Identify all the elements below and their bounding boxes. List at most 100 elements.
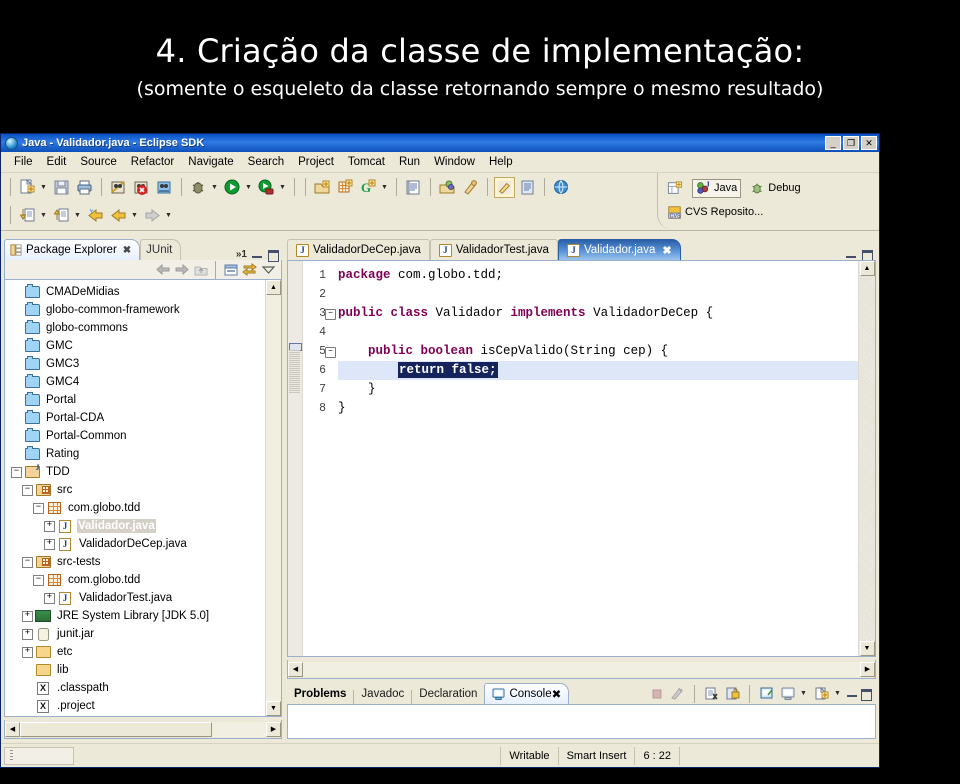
new-java-file-icon[interactable] <box>17 177 38 198</box>
code-line[interactable]: public class Validador implements Valida… <box>338 304 858 323</box>
forward-icon[interactable] <box>172 261 191 278</box>
tab-problems[interactable]: Problems <box>287 683 353 704</box>
tab-declaration[interactable]: Declaration <box>412 683 484 704</box>
package-explorer-tree[interactable]: CMADeMidias globo-common-framework globo-c… <box>5 280 265 716</box>
code-line[interactable]: } <box>338 399 858 418</box>
tree-item[interactable]: + JRE System Library [JDK 5.0] <box>11 607 265 625</box>
new-interface-icon[interactable]: G <box>358 177 379 198</box>
tree-item[interactable]: − com.globo.tdd <box>11 499 265 517</box>
perspective-debug[interactable]: Debug <box>747 180 803 197</box>
tree-item[interactable]: globo-common-framework <box>11 301 265 319</box>
tree-item[interactable]: + J Validador.java <box>11 517 265 535</box>
scroll-up-button[interactable]: ▲ <box>266 280 281 295</box>
tree-item[interactable]: lib <box>11 661 265 679</box>
menu-refactor[interactable]: Refactor <box>124 154 181 170</box>
close-window-button[interactable]: ✕ <box>861 136 877 150</box>
run-external-dropdown-arrow[interactable]: ▼ <box>278 177 287 198</box>
back-icon[interactable] <box>153 261 172 278</box>
terminate-icon[interactable] <box>647 685 666 702</box>
tab-junit[interactable]: JUnit <box>140 239 182 260</box>
scroll-left-button[interactable]: ◀ <box>5 721 20 737</box>
build-all-icon[interactable] <box>108 177 129 198</box>
forward-icon[interactable] <box>142 205 163 226</box>
view-menu-icon[interactable] <box>259 261 278 278</box>
perspective-cvs-repository[interactable]: CVS CVS Reposito... <box>664 204 766 221</box>
tree-item[interactable]: + J ValidadorTest.java <box>11 589 265 607</box>
maximize-editor-button[interactable] <box>861 249 873 262</box>
next-annotation-icon[interactable] <box>51 205 72 226</box>
save-icon[interactable] <box>51 177 72 198</box>
display-selected-console-icon[interactable] <box>778 685 797 702</box>
tree-item[interactable]: + junit.jar <box>11 625 265 643</box>
editor-horizontal-scrollbar[interactable]: ◀ ▶ <box>287 660 876 679</box>
code-line[interactable]: return false; <box>338 361 858 380</box>
restore-window-button[interactable]: ❐ <box>843 136 859 150</box>
collapse-icon[interactable]: − <box>22 484 33 496</box>
back-icon[interactable] <box>108 205 129 226</box>
collapse-icon[interactable]: − <box>11 466 22 478</box>
new-type-dropdown-arrow[interactable]: ▼ <box>380 177 389 198</box>
menu-edit[interactable]: Edit <box>40 154 74 170</box>
run-icon[interactable] <box>222 177 243 198</box>
tree-hscroll-thumb[interactable] <box>20 721 212 737</box>
console-output-area[interactable] <box>287 704 876 739</box>
expand-icon[interactable]: + <box>22 628 33 640</box>
collapse-all-icon[interactable] <box>221 261 240 278</box>
code-editor[interactable]: 1 2 3− 4 5− 6 7 8 package com.globo.tdd; public … <box>287 260 876 657</box>
code-line[interactable]: } <box>338 380 858 399</box>
tree-vertical-scrollbar[interactable]: ▲ ▼ <box>265 280 281 716</box>
pin-console-icon[interactable] <box>757 685 776 702</box>
close-icon[interactable]: ✖ <box>662 244 671 257</box>
menu-window[interactable]: Window <box>427 154 482 170</box>
menu-tomcat[interactable]: Tomcat <box>341 154 392 170</box>
tree-item[interactable]: GMC <box>11 337 265 355</box>
tree-item[interactable]: GMC3 <box>11 355 265 373</box>
tree-item[interactable]: Portal-Common <box>11 427 265 445</box>
menu-navigate[interactable]: Navigate <box>181 154 240 170</box>
expand-icon[interactable]: + <box>44 520 55 532</box>
menu-file[interactable]: File <box>7 154 40 170</box>
maximize-view-button[interactable] <box>860 688 872 701</box>
previous-dropdown-arrow[interactable]: ▼ <box>39 205 48 226</box>
perspective-java[interactable]: J Java <box>692 178 742 198</box>
tree-item[interactable]: GMC4 <box>11 373 265 391</box>
tree-item[interactable]: X .project <box>11 697 265 715</box>
open-console-icon[interactable] <box>812 685 831 702</box>
open-console-dropdown-arrow[interactable]: ▼ <box>833 683 842 704</box>
remove-all-terminated-icon[interactable] <box>668 685 687 702</box>
tree-hscroll-track[interactable] <box>20 721 266 737</box>
clear-console-icon[interactable] <box>702 685 721 702</box>
previous-annotation-icon[interactable] <box>17 205 38 226</box>
tree-item[interactable]: + etc <box>11 643 265 661</box>
new-package-icon[interactable] <box>312 177 333 198</box>
build-project-icon[interactable] <box>154 177 175 198</box>
menu-source[interactable]: Source <box>73 154 123 170</box>
code-line[interactable]: public boolean isCepValido(String cep) { <box>338 342 858 361</box>
editor-source-text[interactable]: package com.globo.tdd; public class Valid… <box>329 261 858 656</box>
close-icon[interactable]: ✖ <box>552 687 562 701</box>
expand-icon[interactable]: + <box>22 646 33 658</box>
tree-item[interactable]: Portal <box>11 391 265 409</box>
quickfix-icon[interactable] <box>460 177 481 198</box>
code-line[interactable] <box>338 285 858 304</box>
expand-icon[interactable]: + <box>44 538 55 550</box>
next-dropdown-arrow[interactable]: ▼ <box>73 205 82 226</box>
tree-item[interactable]: X .classpath <box>11 679 265 697</box>
code-line[interactable]: package com.globo.tdd; <box>338 266 858 285</box>
expand-icon[interactable]: + <box>22 610 33 622</box>
scroll-down-button[interactable]: ▼ <box>266 701 281 716</box>
menu-search[interactable]: Search <box>241 154 291 170</box>
link-with-editor-icon[interactable] <box>240 261 259 278</box>
code-line[interactable] <box>338 323 858 342</box>
toggle-comment-icon[interactable] <box>517 177 538 198</box>
open-type-icon[interactable] <box>403 177 424 198</box>
open-perspective-icon[interactable] <box>664 180 686 197</box>
tree-item[interactable]: + J ValidadorDeCep.java <box>11 535 265 553</box>
menu-help[interactable]: Help <box>482 154 520 170</box>
collapse-icon[interactable]: − <box>22 556 33 568</box>
tree-item[interactable]: Rating <box>11 445 265 463</box>
scroll-right-button[interactable]: ▶ <box>860 661 875 677</box>
tree-item[interactable]: Portal-CDA <box>11 409 265 427</box>
display-console-dropdown-arrow[interactable]: ▼ <box>799 683 808 704</box>
collapse-icon[interactable]: − <box>33 574 44 586</box>
